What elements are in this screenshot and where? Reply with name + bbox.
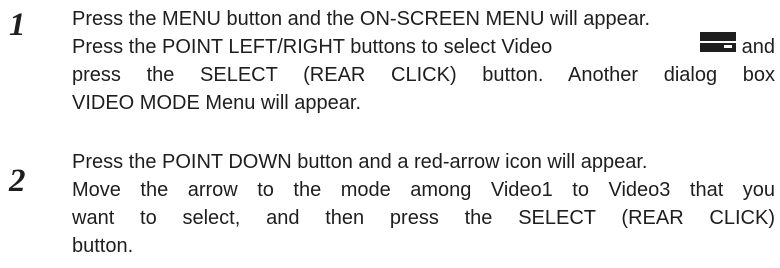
instruction-text: Press the POINT LEFT/RIGHT buttons to se… bbox=[72, 36, 553, 58]
instruction-line: VIDEO MODE Menu will appear. bbox=[72, 92, 361, 114]
instruction-line: Move the arrow to the mode among Video1 … bbox=[72, 177, 775, 203]
instruction-text: and bbox=[741, 36, 775, 58]
instruction-line: Press the POINT DOWN button and a red-ar… bbox=[72, 151, 648, 173]
video-icon bbox=[699, 31, 736, 59]
step-number: 2 bbox=[9, 163, 26, 199]
instruction-line: want to select, and then press the SELEC… bbox=[72, 205, 775, 231]
instruction-text: Move the arrow to the mode among Video1 … bbox=[72, 179, 775, 201]
instruction-line-with-icon: Press the POINT LEFT/RIGHT buttons to se… bbox=[72, 31, 775, 60]
instruction-line: Press the MENU button and the ON-SCREEN … bbox=[72, 8, 650, 30]
instruction-text: press the SELECT (REAR CLICK) button. An… bbox=[72, 64, 775, 86]
step-number: 1 bbox=[9, 7, 26, 43]
instruction-line: press the SELECT (REAR CLICK) button. An… bbox=[72, 62, 775, 88]
instruction-line: button. bbox=[72, 235, 134, 257]
instruction-text: want to select, and then press the SELEC… bbox=[72, 207, 775, 229]
